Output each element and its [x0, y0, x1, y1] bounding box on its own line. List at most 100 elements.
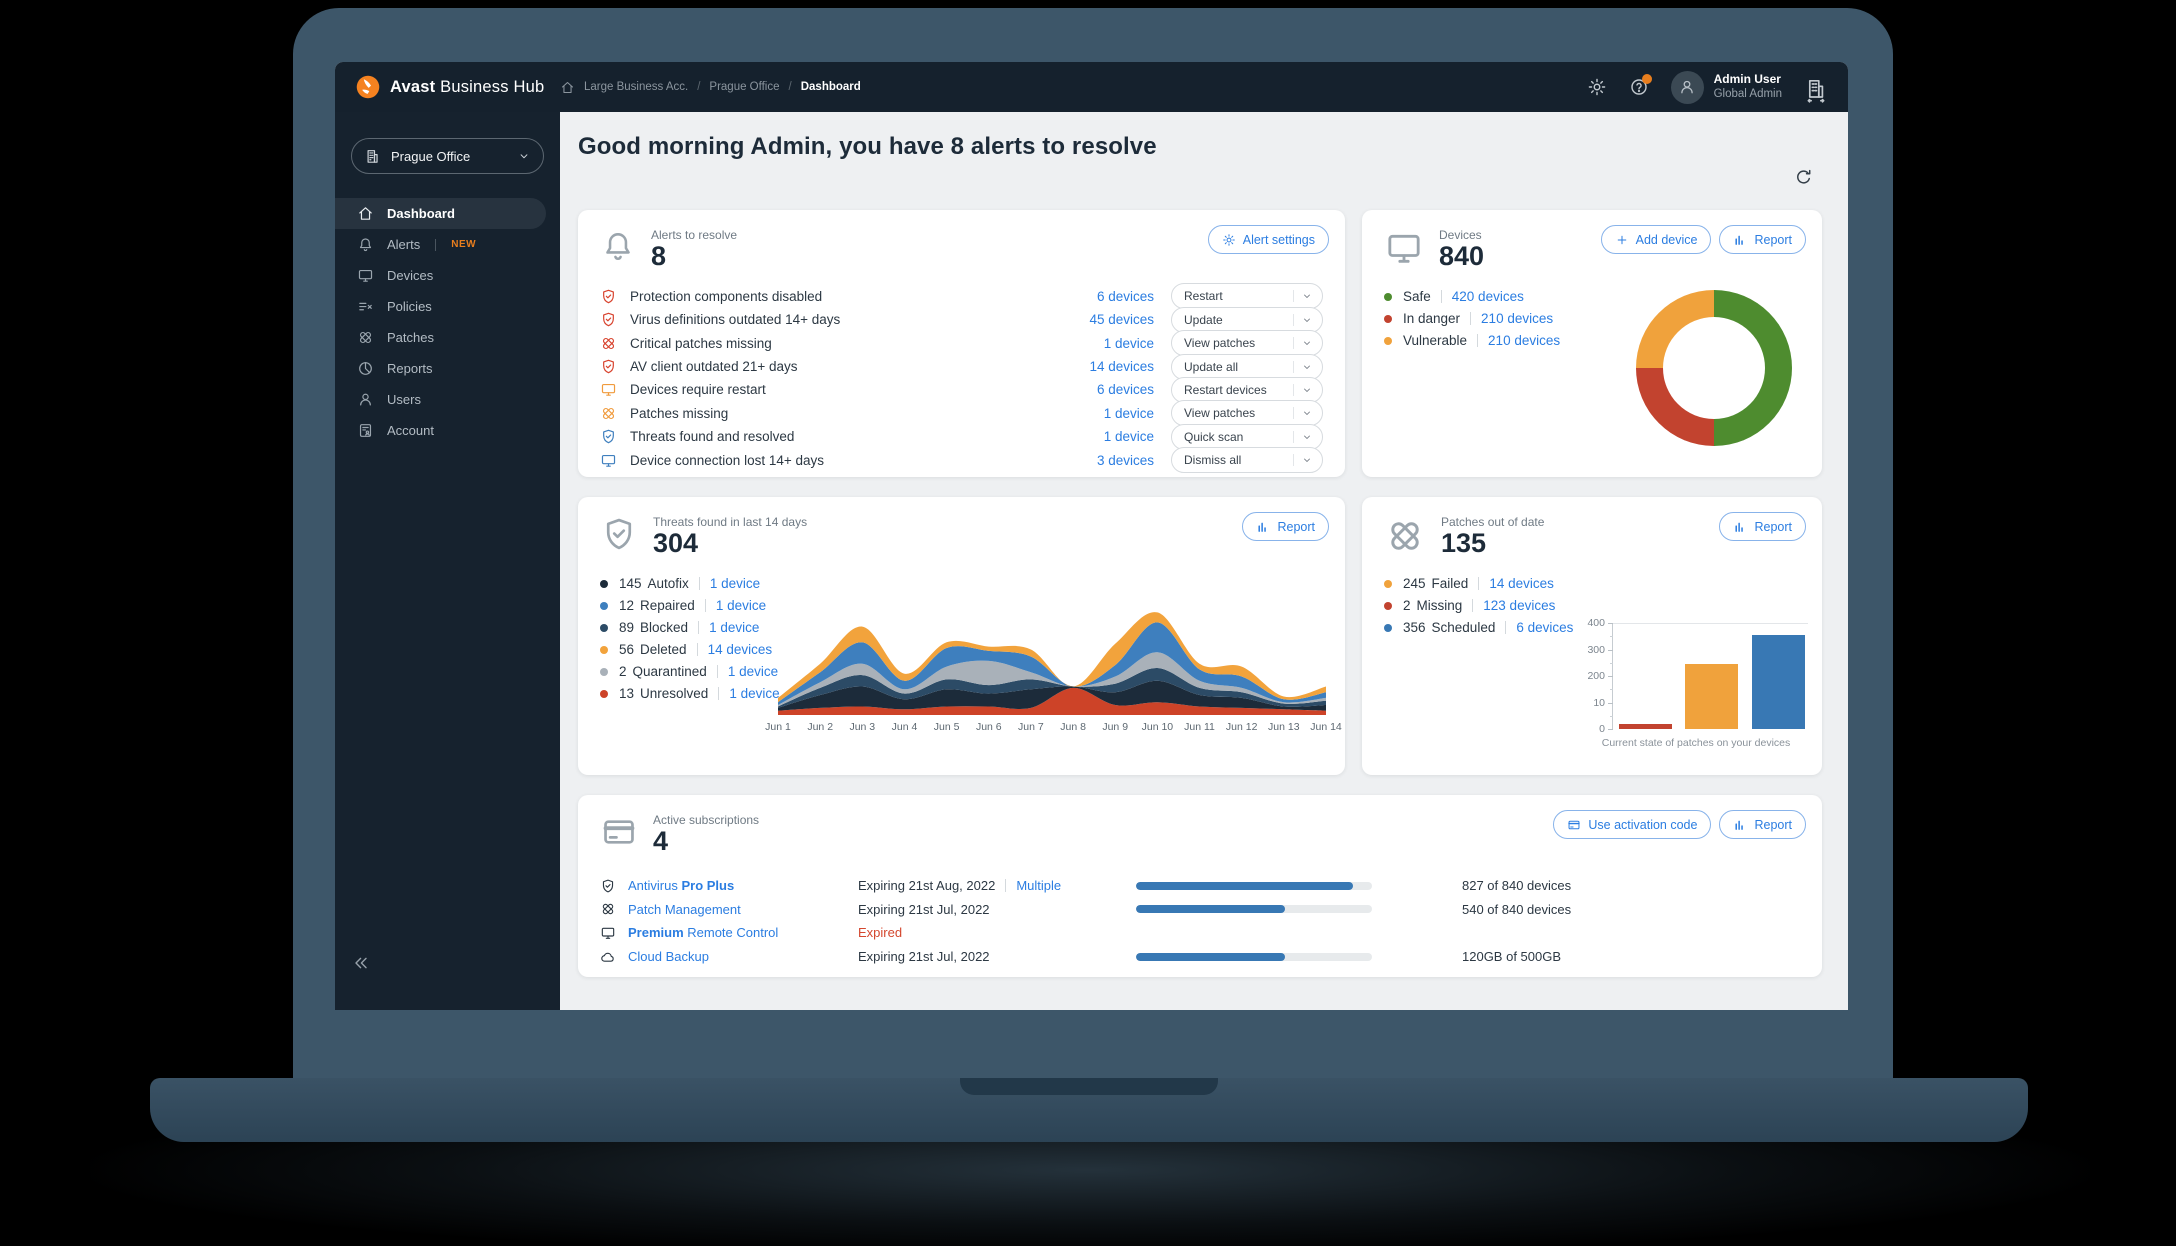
person-icon	[357, 391, 374, 408]
sidebar-item-patches[interactable]: Patches	[335, 322, 546, 353]
subscription-expiry: Expired	[858, 925, 903, 941]
add-device-button[interactable]: Add device	[1600, 225, 1712, 254]
legend-devices-link[interactable]: 1 device	[709, 620, 759, 635]
sidebar-item-reports[interactable]: Reports	[335, 353, 546, 384]
alert-action-select[interactable]: Quick scan	[1171, 423, 1323, 450]
alert-row: Devices require restart 6 devices Restart …	[600, 376, 1323, 403]
legend-devices-link[interactable]: 210 devices	[1481, 311, 1553, 326]
subscription-usage: 540 of 840 devices	[1462, 901, 1572, 917]
progress-bar	[1136, 881, 1372, 890]
legend-row: 2 Missing 123 devices	[1384, 595, 1800, 617]
subscription-row: Premium Remote Control Expired	[600, 921, 1800, 945]
breadcrumb-separator: /	[788, 81, 792, 93]
alert-action-select[interactable]: Update all	[1171, 353, 1323, 380]
subscription-name-link[interactable]: Cloud Backup	[600, 949, 858, 965]
legend-devices-link[interactable]: 14 devices	[708, 642, 773, 657]
gear-icon[interactable]	[1587, 77, 1607, 97]
legend-devices-link[interactable]: 1 device	[716, 598, 766, 613]
shield-check-icon	[600, 288, 617, 305]
alert-devices-link[interactable]: 6 devices	[1097, 382, 1154, 397]
legend-devices-link[interactable]: 1 device	[729, 686, 779, 701]
alert-label: Patches missing	[630, 405, 729, 421]
divider	[698, 621, 700, 635]
threats-card: Threats found in last 14 days 304 Report…	[578, 497, 1345, 775]
brand: Avast Business Hub	[335, 74, 560, 100]
axis-tick	[1608, 676, 1613, 677]
subscription-name-link[interactable]: Antivirus Pro Plus	[600, 878, 858, 894]
legend-dot	[600, 579, 608, 588]
legend-devices-link[interactable]: 1 device	[710, 576, 760, 591]
axis-tick	[1608, 649, 1613, 651]
subscription-expiry: Expiring 21st Jul, 2022	[858, 901, 990, 917]
subscription-name-link[interactable]: Patch Management	[600, 901, 858, 917]
sidebar-item-label: Alerts	[387, 237, 421, 252]
alert-action-select[interactable]: Update	[1171, 306, 1323, 333]
monitor-icon	[600, 925, 616, 941]
alert-label: Threats found and resolved	[630, 429, 795, 445]
chevron-down-icon	[1293, 383, 1313, 396]
alert-action-select[interactable]: Dismiss all	[1171, 447, 1323, 474]
legend-dot	[1384, 601, 1392, 610]
legend-devices-link[interactable]: 14 devices	[1489, 576, 1554, 591]
alert-devices-link[interactable]: 1 device	[1104, 406, 1154, 421]
bar-missing	[1619, 724, 1672, 729]
help-icon[interactable]	[1629, 74, 1652, 97]
sidebar-item-policies[interactable]: Policies	[335, 291, 546, 322]
alert-devices-link[interactable]: 14 devices	[1089, 359, 1154, 374]
sidebar-item-users[interactable]: Users	[335, 384, 546, 415]
alert-action-select[interactable]: View patches	[1171, 400, 1323, 427]
breadcrumb-item[interactable]: Dashboard	[801, 81, 861, 93]
alert-devices-link[interactable]: 6 devices	[1097, 289, 1154, 304]
alert-action-select[interactable]: Restart devices	[1171, 376, 1323, 403]
threats-count: 304	[653, 528, 699, 558]
legend-label: Blocked	[640, 620, 689, 636]
subscription-name-link[interactable]: Premium Remote Control	[600, 925, 858, 941]
legend-count: 2	[1403, 598, 1411, 614]
user-menu[interactable]: Admin User Global Admin	[1670, 70, 1782, 104]
legend-label: Unresolved	[640, 686, 709, 702]
sidebar-item-account[interactable]: Account	[335, 415, 546, 446]
alert-action-select[interactable]: Restart	[1171, 283, 1323, 310]
legend-dot	[600, 689, 608, 698]
alert-devices-link[interactable]: 1 device	[1104, 429, 1154, 444]
alert-label: AV client outdated 21+ days	[630, 359, 798, 375]
divider	[698, 577, 700, 591]
card-title: Patches out of date	[1441, 515, 1545, 529]
sidebar-item-dashboard[interactable]: Dashboard	[335, 198, 546, 229]
legend-devices-link[interactable]: 6 devices	[1516, 620, 1573, 635]
multiple-link[interactable]: Multiple	[1016, 878, 1061, 893]
breadcrumb-item[interactable]: Prague Office	[709, 81, 779, 93]
card-icon	[600, 813, 638, 851]
breadcrumb-item[interactable]: Large Business Acc.	[584, 81, 688, 93]
laptop-mockup: Avast Business Hub Large Business Acc. / P…	[0, 0, 2176, 1246]
report-button[interactable]: Report	[1719, 512, 1806, 541]
subscription-usage: 120GB of 500GB	[1462, 949, 1562, 965]
report-button[interactable]: Report	[1719, 225, 1806, 254]
legend-devices-link[interactable]: 1 device	[728, 664, 778, 679]
divider	[1440, 290, 1442, 304]
sidebar-collapse-button[interactable]	[351, 952, 373, 974]
use-activation-code-button[interactable]: Use activation code	[1553, 810, 1712, 839]
alert-devices-link[interactable]: 45 devices	[1089, 312, 1154, 327]
sidebar-item-alerts[interactable]: Alerts NEW	[335, 229, 546, 260]
legend-devices-link[interactable]: 123 devices	[1483, 598, 1555, 613]
report-button[interactable]: Report	[1719, 810, 1806, 839]
report-button[interactable]: Report	[1242, 512, 1329, 541]
home-icon[interactable]	[560, 80, 575, 95]
alert-settings-button[interactable]: Alert settings	[1207, 225, 1329, 254]
divider	[1505, 621, 1507, 635]
refresh-button[interactable]	[1793, 166, 1816, 189]
company-switcher-icon[interactable]	[1804, 77, 1825, 103]
divider	[696, 643, 698, 657]
sidebar-item-devices[interactable]: Devices	[335, 260, 546, 291]
x-axis-label: Jun 14	[1310, 721, 1342, 733]
alert-devices-link[interactable]: 1 device	[1104, 336, 1154, 351]
progress-bar	[1136, 905, 1372, 914]
alert-action-value: Update all	[1184, 359, 1239, 374]
alert-action-select[interactable]: View patches	[1171, 330, 1323, 357]
alert-devices-link[interactable]: 3 devices	[1097, 453, 1154, 468]
patches-count: 135	[1441, 528, 1487, 558]
org-selector[interactable]: Prague Office	[351, 138, 544, 174]
legend-devices-link[interactable]: 420 devices	[1452, 289, 1524, 304]
legend-devices-link[interactable]: 210 devices	[1488, 333, 1560, 348]
